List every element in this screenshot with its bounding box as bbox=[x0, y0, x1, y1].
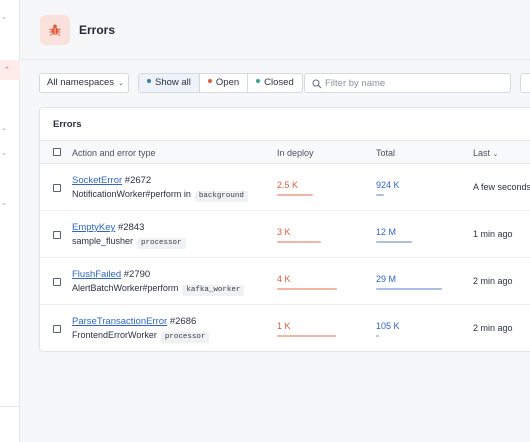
search-icon bbox=[312, 79, 322, 89]
filter-label: Show all bbox=[155, 77, 191, 88]
table-row[interactable]: ParseTransactionError #2686 FrontendErro… bbox=[40, 305, 530, 352]
filter-closed[interactable]: Closed bbox=[248, 74, 302, 92]
error-number: #2686 bbox=[169, 316, 197, 327]
deploy-count: 2.5 K bbox=[277, 180, 299, 190]
search-input[interactable] bbox=[325, 76, 505, 90]
filter-open[interactable]: Open bbox=[200, 74, 249, 92]
namespace-tag: kafka_worker bbox=[182, 285, 245, 296]
error-number: #2843 bbox=[117, 222, 145, 233]
last-seen: 2 min ago bbox=[473, 276, 513, 286]
error-action: NotificationWorker#perform in background bbox=[72, 189, 248, 202]
error-link[interactable]: SocketError bbox=[72, 175, 122, 186]
error-title: ParseTransactionError #2686 bbox=[72, 316, 196, 327]
namespace-dropdown[interactable]: All namespaces ⌄ bbox=[39, 73, 129, 93]
status-dot-icon bbox=[147, 79, 151, 84]
namespace-tag: background bbox=[194, 191, 248, 202]
chevron-down-icon: ⌄ bbox=[118, 80, 124, 87]
sidebar-item-active[interactable]: ⌃ bbox=[0, 60, 20, 80]
error-action: sample_flusher processor bbox=[72, 236, 186, 249]
row-checkbox[interactable] bbox=[53, 231, 61, 239]
column-total[interactable]: Total bbox=[376, 148, 395, 158]
chevron-down-icon: ⌄ bbox=[492, 151, 499, 158]
total-count: 29 M bbox=[376, 274, 397, 284]
bug-icon bbox=[40, 15, 70, 45]
chevron-down-icon[interactable]: ⌄ bbox=[1, 150, 7, 158]
filter-label: Open bbox=[215, 77, 240, 88]
deploy-bar bbox=[277, 288, 337, 290]
card-title: Errors bbox=[53, 119, 82, 130]
error-title: SocketError #2672 bbox=[72, 175, 151, 186]
total-count: 12 M bbox=[376, 227, 397, 237]
sidebar-divider bbox=[0, 406, 20, 407]
error-title: EmptyKey #2843 bbox=[72, 222, 144, 233]
errors-table-card: Errors Action and error type In deploy T… bbox=[39, 107, 530, 352]
chevron-down-icon[interactable]: ⌄ bbox=[1, 200, 7, 208]
error-number: #2672 bbox=[124, 175, 152, 186]
status-filter: Show all Open Closed bbox=[138, 73, 303, 93]
page-title: Errors bbox=[79, 23, 116, 37]
namespace-tag: processor bbox=[137, 238, 186, 249]
total-bar bbox=[376, 194, 384, 196]
error-link[interactable]: ParseTransactionError bbox=[72, 316, 167, 327]
total-count: 924 K bbox=[376, 180, 400, 190]
row-checkbox[interactable] bbox=[53, 278, 61, 286]
error-number: #2790 bbox=[123, 269, 151, 280]
total-bar bbox=[376, 241, 412, 243]
deploy-count: 1 K bbox=[277, 321, 291, 331]
more-filters-button[interactable] bbox=[520, 73, 530, 93]
action-name: sample_flusher bbox=[72, 236, 134, 246]
search-box bbox=[304, 73, 511, 93]
deploy-bar bbox=[277, 241, 321, 243]
filter-show-all[interactable]: Show all bbox=[139, 74, 200, 92]
last-seen: 2 min ago bbox=[473, 323, 513, 333]
row-checkbox[interactable] bbox=[53, 325, 61, 333]
error-action: FrontendErrorWorker processor bbox=[72, 330, 210, 343]
error-action: AlertBatchWorker#perform kafka_worker bbox=[72, 283, 245, 296]
deploy-bar bbox=[277, 335, 336, 337]
select-all-checkbox[interactable] bbox=[53, 148, 61, 156]
column-last[interactable]: Last ⌄ bbox=[473, 148, 498, 158]
total-count: 105 K bbox=[376, 321, 400, 331]
status-dot-icon bbox=[207, 79, 212, 84]
chevron-up-icon: ⌃ bbox=[4, 67, 10, 74]
table-header: Action and error type In deploy Total La… bbox=[40, 140, 530, 164]
table-row[interactable]: EmptyKey #2843 sample_flusher processor 3… bbox=[40, 211, 530, 258]
error-link[interactable]: EmptyKey bbox=[72, 222, 115, 233]
column-in-deploy[interactable]: In deploy bbox=[277, 148, 314, 158]
deploy-count: 4 K bbox=[277, 274, 291, 284]
row-checkbox[interactable] bbox=[53, 184, 61, 192]
chevron-down-icon[interactable]: ⌄ bbox=[1, 125, 7, 133]
table-row[interactable]: FlushFailed #2790 AlertBatchWorker#perfo… bbox=[40, 258, 530, 305]
deploy-bar bbox=[277, 194, 313, 196]
total-bar bbox=[376, 288, 442, 290]
sidebar: ⌄ ⌃ ⌄ ⌄ ⌄ bbox=[0, 0, 20, 442]
deploy-count: 3 K bbox=[277, 227, 291, 237]
error-title: FlushFailed #2790 bbox=[72, 269, 150, 280]
namespace-label: All namespaces bbox=[47, 77, 115, 88]
action-name: NotificationWorker#perform in bbox=[72, 189, 191, 199]
column-action: Action and error type bbox=[72, 148, 156, 158]
filter-label: Closed bbox=[264, 77, 294, 88]
namespace-tag: processor bbox=[160, 332, 210, 343]
column-last-label: Last bbox=[473, 148, 491, 158]
last-seen: 1 min ago bbox=[473, 229, 513, 239]
last-seen: A few seconds ago bbox=[473, 182, 530, 192]
action-name: AlertBatchWorker#perform bbox=[72, 283, 179, 293]
action-name: FrontendErrorWorker bbox=[72, 330, 157, 340]
table-body: SocketError #2672 NotificationWorker#per… bbox=[40, 164, 530, 353]
error-link[interactable]: FlushFailed bbox=[72, 269, 121, 280]
chevron-down-icon[interactable]: ⌄ bbox=[1, 14, 7, 22]
total-bar bbox=[376, 335, 379, 337]
table-row[interactable]: SocketError #2672 NotificationWorker#per… bbox=[40, 164, 530, 211]
page-header: Errors bbox=[21, 0, 530, 60]
status-dot-icon bbox=[256, 79, 261, 84]
